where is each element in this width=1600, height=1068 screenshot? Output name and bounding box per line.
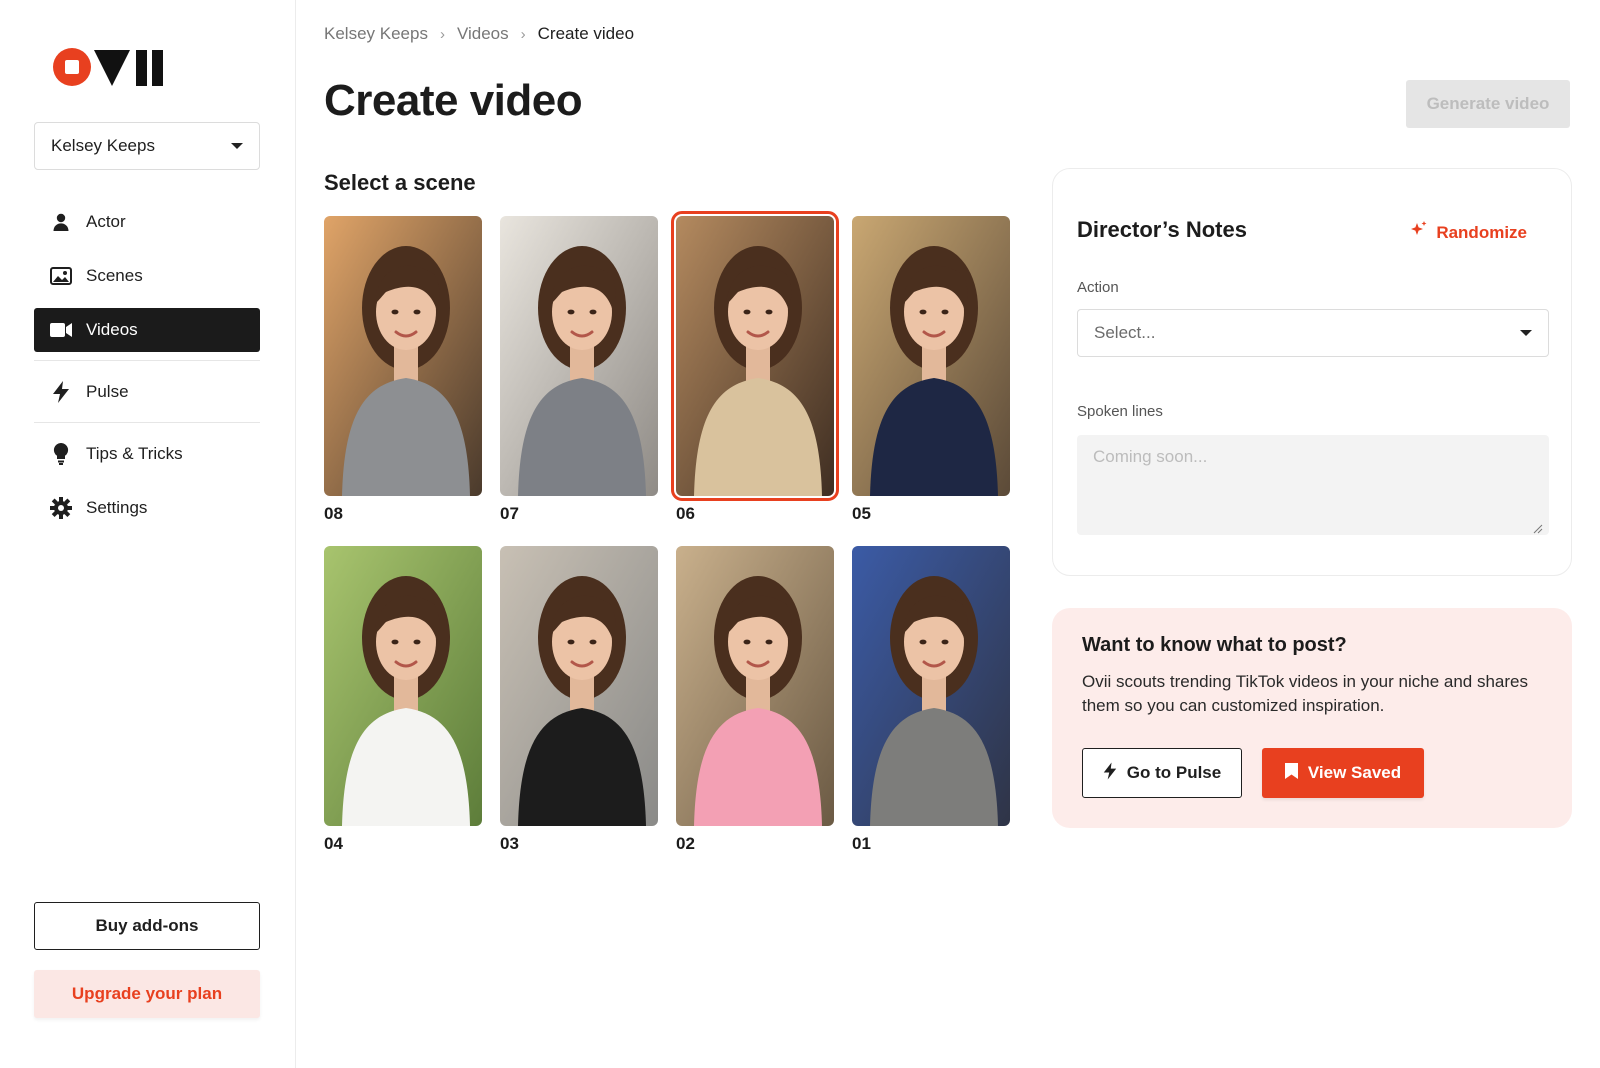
buy-addons-button[interactable]: Buy add-ons: [34, 902, 260, 950]
scene-photo: [500, 216, 658, 496]
scene-photo: [324, 216, 482, 496]
randomize-label: Randomize: [1436, 222, 1527, 242]
scene-photo: [676, 216, 834, 496]
scene-photo: [852, 546, 1010, 826]
scene-thumbnail: [676, 546, 834, 826]
sidebar-item-settings[interactable]: Settings: [34, 486, 260, 530]
spoken-lines-placeholder: Coming soon...: [1093, 447, 1208, 466]
view-saved-label: View Saved: [1307, 763, 1402, 782]
sidebar-item-videos[interactable]: Videos: [34, 308, 260, 352]
sidebar-item-label: Videos: [86, 320, 138, 339]
pulse-promo-title: Want to know what to post?: [1082, 634, 1347, 656]
breadcrumb: Kelsey Keeps › Videos › Create video: [324, 24, 634, 44]
scene-thumbnail: [500, 546, 658, 826]
sidebar-item-label: Settings: [86, 498, 148, 517]
scene-card[interactable]: 05: [852, 216, 1010, 523]
spoken-lines-textarea[interactable]: Coming soon...: [1077, 435, 1549, 535]
scene-card[interactable]: 04: [324, 546, 482, 853]
scene-number: 01: [852, 834, 871, 853]
scene-thumbnail: [500, 216, 658, 496]
directors-notes-card: Director’s Notes Randomize Action Select…: [1052, 168, 1572, 576]
resize-grip-icon[interactable]: [1533, 519, 1543, 534]
scene-thumbnail: [852, 216, 1010, 496]
directors-notes-title: Director’s Notes: [1077, 217, 1247, 242]
brand-selector[interactable]: Kelsey Keeps: [34, 122, 260, 170]
sidebar-item-actor[interactable]: Actor: [34, 200, 260, 244]
breadcrumb-current: Create video: [537, 24, 635, 43]
lightning-icon: [1103, 761, 1117, 785]
scene-thumbnail: [852, 546, 1010, 826]
scene-number: 02: [676, 834, 695, 853]
pulse-promo-text: Ovii scouts trending TikTok videos in yo…: [1082, 672, 1529, 715]
upgrade-plan-button[interactable]: Upgrade your plan: [34, 970, 260, 1018]
randomize-button[interactable]: Randomize: [1410, 221, 1527, 244]
gear-icon: [50, 497, 72, 519]
sidebar-item-scenes[interactable]: Scenes: [34, 254, 260, 298]
scene-card[interactable]: 07: [500, 216, 658, 523]
action-label: Action: [1077, 279, 1119, 296]
scene-photo: [676, 546, 834, 826]
scene-number: 05: [852, 504, 871, 523]
spoken-lines-label: Spoken lines: [1077, 403, 1163, 420]
pulse-promo-card: Want to know what to post? Ovii scouts t…: [1052, 608, 1572, 828]
scene-card[interactable]: 08: [324, 216, 482, 523]
sidebar-item-label: Actor: [86, 212, 126, 231]
scene-thumbnail: [324, 216, 482, 496]
go-to-pulse-label: Go to Pulse: [1126, 763, 1222, 782]
scene-card[interactable]: 02: [676, 546, 834, 853]
scene-thumbnail: [671, 211, 839, 501]
image-icon: [50, 265, 72, 287]
scene-photo: [852, 216, 1010, 496]
scene-section-title: Select a scene: [324, 170, 476, 195]
scene-card[interactable]: 03: [500, 546, 658, 853]
sidebar-item-tips[interactable]: Tips & Tricks: [34, 432, 260, 476]
view-saved-button[interactable]: View Saved: [1262, 748, 1424, 798]
chevron-down-icon: [231, 143, 243, 149]
scene-number: 06: [676, 504, 695, 523]
scene-card[interactable]: 01: [852, 546, 1010, 853]
chevron-down-icon: [1520, 330, 1532, 336]
breadcrumb-link-brand[interactable]: Kelsey Keeps: [324, 24, 428, 44]
scene-grid: 08 07 06 05 04 03 02 01: [324, 211, 1014, 856]
scene-thumbnail: [324, 546, 482, 826]
sidebar-item-label: Scenes: [86, 266, 143, 285]
sparkle-icon: [1410, 221, 1428, 244]
chevron-right-icon: ›: [439, 25, 445, 43]
generate-video-button[interactable]: Generate video: [1406, 80, 1570, 128]
action-select[interactable]: Select...: [1077, 309, 1549, 357]
lightbulb-icon: [50, 443, 72, 465]
chevron-right-icon: ›: [520, 25, 526, 43]
lightning-icon: [50, 381, 72, 403]
brand-selector-value: Kelsey Keeps: [51, 136, 155, 155]
scene-photo: [500, 546, 658, 826]
scene-number: 07: [500, 504, 519, 523]
bookmark-icon: [1284, 762, 1298, 784]
scene-number: 08: [324, 504, 343, 523]
scene-number: 03: [500, 834, 519, 853]
nav-divider: [34, 360, 260, 361]
ovii-logo[interactable]: [52, 44, 182, 90]
person-icon: [50, 211, 72, 233]
sidebar: Kelsey Keeps Actor Scenes Videos Pulse T…: [0, 0, 296, 1068]
app-root: Kelsey Keeps Actor Scenes Videos Pulse T…: [0, 0, 1600, 1068]
sidebar-item-label: Tips & Tricks: [86, 444, 183, 463]
scene-photo: [324, 546, 482, 826]
page-title: Create video: [324, 76, 583, 125]
sidebar-item-pulse[interactable]: Pulse: [34, 370, 260, 414]
scene-card[interactable]: 06: [671, 211, 839, 523]
go-to-pulse-button[interactable]: Go to Pulse: [1082, 748, 1242, 798]
breadcrumb-link-videos[interactable]: Videos: [457, 24, 509, 44]
scene-number: 04: [324, 834, 343, 853]
action-select-placeholder: Select...: [1094, 323, 1156, 342]
sidebar-item-label: Pulse: [86, 382, 129, 401]
nav-divider: [34, 422, 260, 423]
video-camera-icon: [50, 319, 72, 341]
